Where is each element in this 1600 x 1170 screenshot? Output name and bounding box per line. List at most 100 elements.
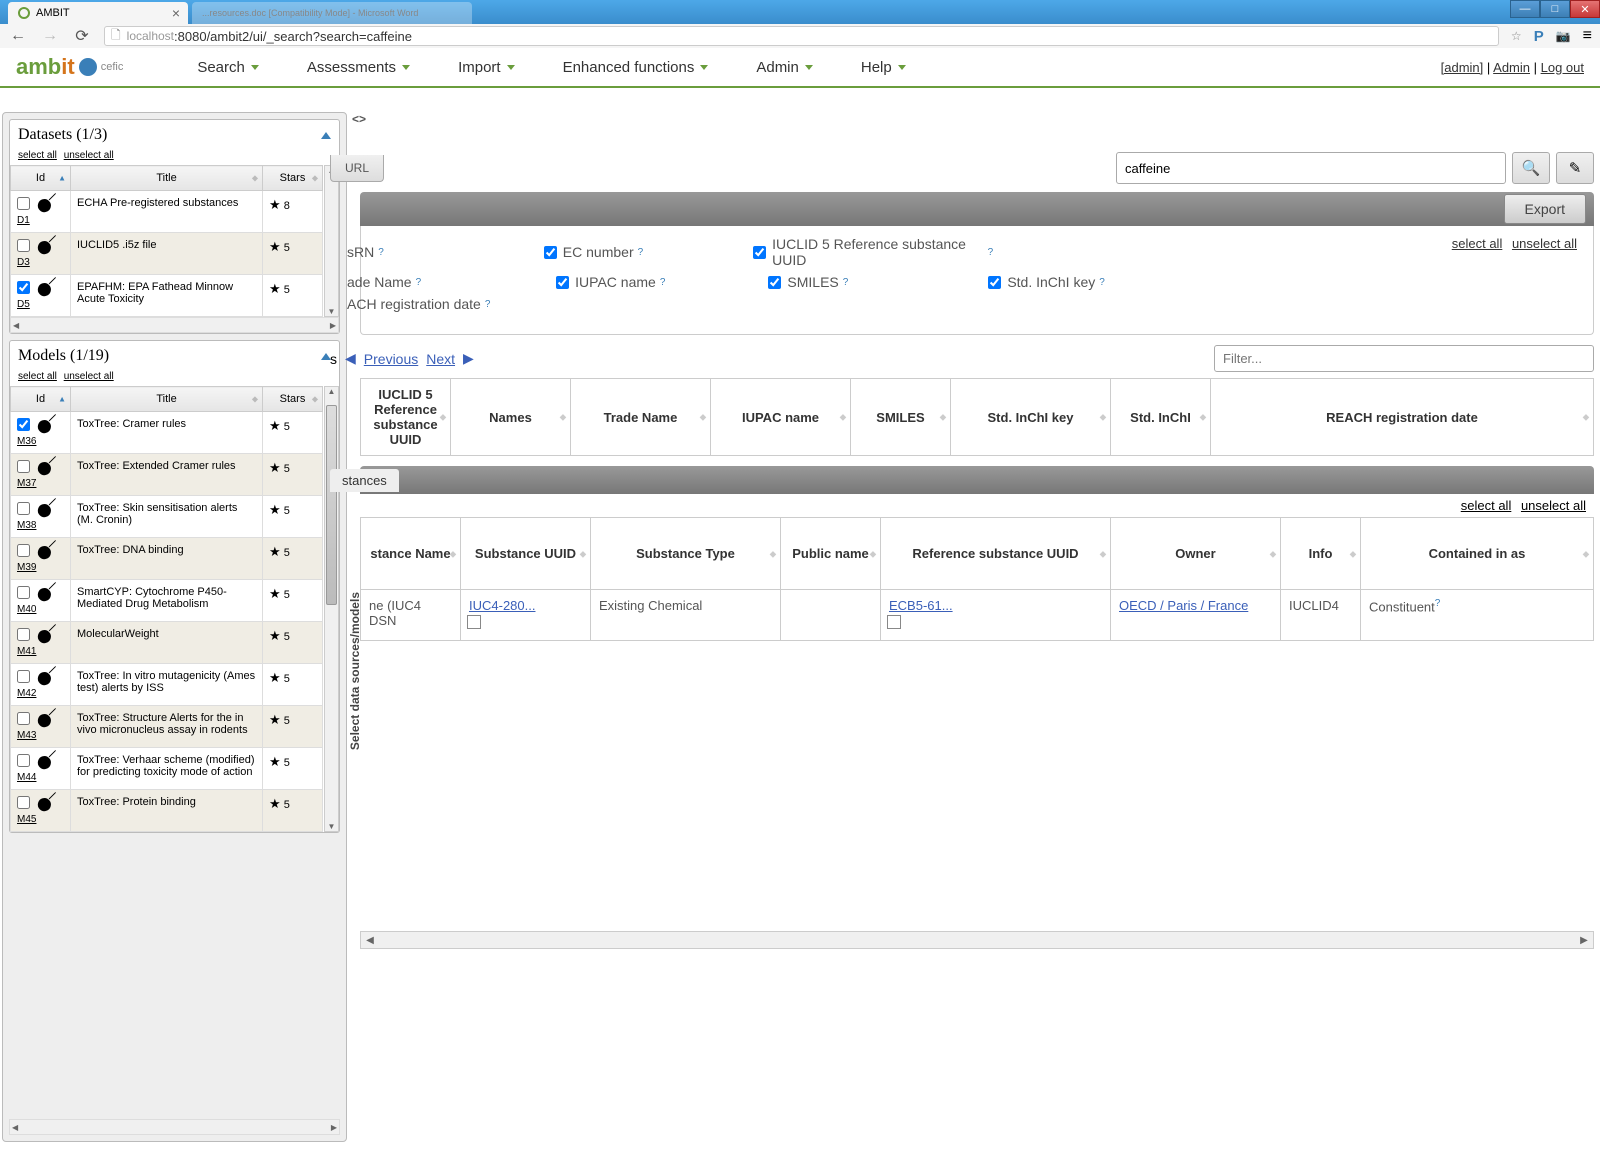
row-checkbox[interactable] [17, 197, 30, 210]
filter-iupac[interactable]: IUPAC name? [556, 274, 665, 290]
table-row[interactable]: ⬤─ M42 ToxTree: In vitro mutagenicity (A… [11, 664, 323, 706]
col-inchikey[interactable]: Std. InChI key◆ [951, 379, 1111, 456]
url-input[interactable] [174, 29, 1492, 44]
maximize-button[interactable]: □ [1540, 0, 1570, 18]
collapse-up-icon[interactable] [321, 132, 331, 139]
row-id[interactable]: M41 [17, 646, 36, 657]
table-row[interactable]: ⬤─ D5 EPAFHM: EPA Fathead Minnow Acute T… [11, 275, 323, 317]
filter-casrn[interactable]: sRN? [347, 236, 384, 268]
filter-inchikey[interactable]: Std. InChI key? [988, 274, 1105, 290]
nav-enhanced[interactable]: Enhanced functions [539, 47, 733, 88]
table-row[interactable]: ne (IUC4 DSN IUC4-280... Existing Chemic… [361, 590, 1594, 641]
table-row[interactable]: ⬤─ M45 ToxTree: Protein binding ★ 5 [11, 790, 323, 832]
select-all-link[interactable]: select all [1461, 498, 1512, 513]
datasets-h-scroll[interactable]: ◀▶ [10, 317, 339, 333]
panel-h-scroll[interactable]: ◀▶ [9, 1119, 340, 1135]
col-reach[interactable]: REACH registration date◆ [1211, 379, 1594, 456]
link-icon[interactable]: ⬤─ [33, 627, 53, 647]
row-id[interactable]: M44 [17, 772, 36, 783]
table-row[interactable]: ⬤─ M37 ToxTree: Extended Cramer rules ★ … [11, 454, 323, 496]
nav-admin[interactable]: Admin [732, 47, 837, 88]
unselect-all-link[interactable]: unselect all [1521, 498, 1586, 513]
link-icon[interactable]: ⬤─ [33, 795, 53, 815]
filter-trade[interactable]: ade Name? [347, 274, 421, 290]
table-row[interactable]: ⬤─ D1 ECHA Pre-registered substances ★ 8 [11, 191, 323, 233]
logo[interactable]: ambit [16, 54, 75, 80]
col-info[interactable]: Info◆ [1281, 518, 1361, 590]
link-icon[interactable]: ⬤─ [33, 196, 53, 216]
url-input-wrapper[interactable]: 🗋 localhost [104, 26, 1499, 46]
col-iupac[interactable]: IUPAC name◆ [711, 379, 851, 456]
link-icon[interactable]: ⬤─ [33, 280, 53, 300]
select-all-link[interactable]: select all [18, 371, 57, 382]
row-checkbox[interactable] [17, 502, 30, 515]
table-row[interactable]: ⬤─ M38 ToxTree: Skin sensitisation alert… [11, 496, 323, 538]
models-scrollbar[interactable]: ▲ ▼ [324, 386, 339, 832]
camera-icon[interactable]: 📷 [1556, 29, 1571, 43]
col-inchi[interactable]: Std. InChI◆ [1111, 379, 1211, 456]
menu-icon[interactable]: ≡ [1583, 27, 1592, 45]
select-all-link[interactable]: select all [18, 150, 57, 161]
col-stars[interactable]: Stars◆ [263, 166, 323, 191]
link-icon[interactable]: ⬤─ [33, 585, 53, 605]
table-row[interactable]: ⬤─ M39 ToxTree: DNA binding ★ 5 [11, 538, 323, 580]
forward-button[interactable]: → [40, 26, 60, 46]
filter-iuclid-ref[interactable]: IUCLID 5 Reference substance UUID? [753, 236, 993, 268]
row-id[interactable]: M36 [17, 436, 36, 447]
row-checkbox[interactable] [17, 544, 30, 557]
tab-close-icon[interactable]: × [172, 5, 180, 21]
table-row[interactable]: ⬤─ M43 ToxTree: Structure Alerts for the… [11, 706, 323, 748]
select-all-link[interactable]: select all [1452, 236, 1503, 251]
col-sub-uuid[interactable]: Substance UUID◆ [461, 518, 591, 590]
browser-tab-active[interactable]: AMBIT × [8, 2, 188, 24]
col-trade[interactable]: Trade Name◆ [571, 379, 711, 456]
reload-button[interactable]: ⟳ [72, 26, 92, 46]
row-checkbox[interactable] [17, 281, 30, 294]
browser-tab-background[interactable]: ...resources.doc [Compatibility Mode] - … [192, 2, 472, 24]
row-checkbox[interactable] [17, 796, 30, 809]
vertical-label[interactable]: Select data sources/models [348, 592, 362, 750]
row-checkbox[interactable] [17, 460, 30, 473]
table-row[interactable]: ⬤─ M41 MolecularWeight ★ 5 [11, 622, 323, 664]
row-id[interactable]: D5 [17, 299, 30, 310]
col-smiles[interactable]: SMILES◆ [851, 379, 951, 456]
row-id[interactable]: M45 [17, 814, 36, 825]
models-header[interactable]: Models (1/19) [10, 341, 339, 371]
row-checkbox[interactable] [17, 670, 30, 683]
col-sub-type[interactable]: Substance Type◆ [591, 518, 781, 590]
unselect-all-link[interactable]: unselect all [64, 371, 114, 382]
logout-link[interactable]: Log out [1541, 60, 1584, 75]
link-icon[interactable]: ⬤─ [33, 669, 53, 689]
edit-button[interactable]: ✎ [1556, 152, 1594, 184]
table-row[interactable]: ⬤─ D3 IUCLID5 .i5z file ★ 5 [11, 233, 323, 275]
row-id[interactable]: M39 [17, 562, 36, 573]
search-button[interactable]: 🔍 [1512, 152, 1550, 184]
nav-search[interactable]: Search [173, 47, 283, 88]
datasets-scrollbar[interactable]: ▲ ▼ [324, 165, 339, 317]
filter-ec[interactable]: EC number? [544, 236, 643, 268]
row-id[interactable]: M43 [17, 730, 36, 741]
col-ref-uuid[interactable]: Reference substance UUID◆ [881, 518, 1111, 590]
copy-icon[interactable] [889, 617, 901, 629]
col-title[interactable]: Title◆ [71, 387, 263, 412]
unselect-all-link[interactable]: unselect all [64, 150, 114, 161]
bottom-scrollbar[interactable]: ◀▶ [360, 931, 1594, 949]
col-owner[interactable]: Owner◆ [1111, 518, 1281, 590]
link-icon[interactable]: ⬤─ [33, 459, 53, 479]
filter-reach[interactable]: ACH registration date? [347, 296, 490, 312]
next-link[interactable]: Next [426, 351, 455, 367]
col-sub-name[interactable]: stance Name◆ [361, 518, 461, 590]
minimize-button[interactable]: — [1510, 0, 1540, 18]
table-row[interactable]: ⬤─ M44 ToxTree: Verhaar scheme (modified… [11, 748, 323, 790]
col-names[interactable]: Names◆ [451, 379, 571, 456]
unselect-all-link[interactable]: unselect all [1512, 236, 1577, 251]
close-button[interactable]: ✕ [1570, 0, 1600, 18]
row-id[interactable]: M38 [17, 520, 36, 531]
col-iuclid-uuid[interactable]: IUCLID 5 Reference substance UUID◆ [361, 379, 451, 456]
col-id[interactable]: Id▲ [11, 387, 71, 412]
nav-assessments[interactable]: Assessments [283, 47, 434, 88]
col-public[interactable]: Public name◆ [781, 518, 881, 590]
p-icon[interactable]: P [1534, 28, 1544, 45]
row-id[interactable]: M40 [17, 604, 36, 615]
link-icon[interactable]: ⬤─ [33, 711, 53, 731]
